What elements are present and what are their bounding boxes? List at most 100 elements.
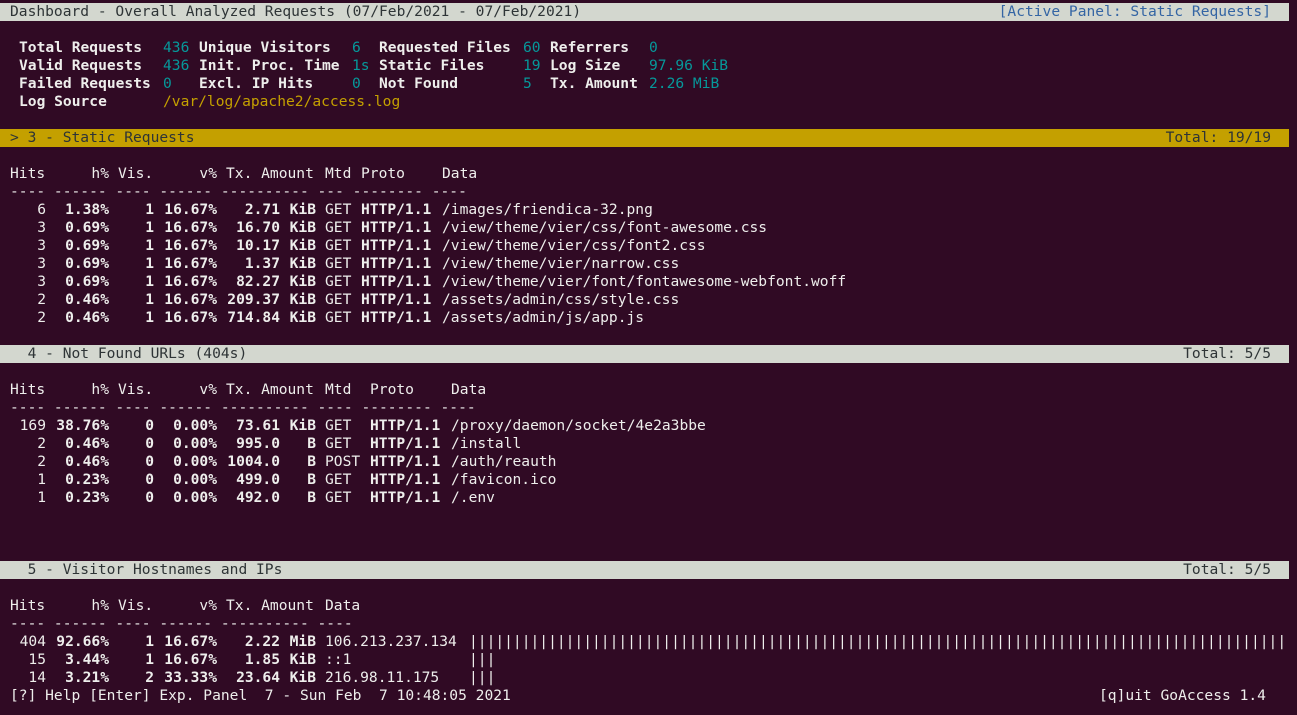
row-protocol: HTTP/1.1 — [361, 237, 432, 254]
row-visitors: 1 — [145, 651, 154, 668]
row-protocol: HTTP/1.1 — [361, 255, 432, 272]
row-hits-percent: 0.69% — [65, 237, 109, 254]
row-hits: 2 — [37, 291, 46, 308]
row-visitors: 1 — [145, 273, 154, 290]
footer-quit[interactable]: [q]uit GoAccess 1.4 — [1099, 687, 1266, 705]
static-requests-panel-title: > 3 - Static Requests — [10, 129, 195, 146]
table-row[interactable]: 404 92.66% 1 16.67% 2.22 MiB 106.213.237.134 ||… — [0, 633, 1289, 651]
table-row[interactable]: 1 0.23% 0 0.00% 492.0 B GET HTTP/1.1 /.env — [0, 489, 1289, 507]
row-visitors-percent: 16.67% — [164, 255, 217, 272]
row-visitors-percent: 0.00% — [173, 489, 217, 506]
total-requests-value: 436 — [163, 39, 190, 56]
row-tx-amount: 714.84 — [227, 309, 280, 326]
table-row[interactable]: 2 0.46% 0 0.00% 995.0 B GET HTTP/1.1/install — [0, 435, 1289, 453]
row-protocol: HTTP/1.1 — [361, 273, 432, 290]
overall-row-3: Failed Requests 0 Excl. IP Hits 0 Not Fo… — [0, 75, 1289, 93]
table-row[interactable]: 3 0.69% 1 16.67% 82.27 KiB GET HTTP/1.1/view/th… — [0, 273, 1289, 291]
row-data: /proxy/daemon/socket/4e2a3bbe — [451, 417, 706, 434]
not-found-panel-header[interactable]: 4 - Not Found URLs (404s) Total: 5/5 — [0, 345, 1289, 363]
log-source-label: Log Source — [19, 93, 107, 110]
not-found-total: Total: 5/5 — [1183, 345, 1271, 362]
log-size-value: 97.96 KiB — [649, 57, 729, 74]
table-row[interactable]: 2 0.46% 1 16.67% 714.84 KiB GET HTTP/1.1/assets… — [0, 309, 1289, 327]
row-tx-unit: KiB — [289, 237, 316, 254]
not-found-separator: ---- ------ ---- ------ ---------- ---- … — [10, 399, 476, 416]
table-row[interactable]: 6 1.38% 1 16.67% 2.71 KiB GET HTTP/1.1/images/f… — [0, 201, 1289, 219]
table-row[interactable]: 2 0.46% 1 16.67% 209.37 KiB GET HTTP/1.1/assets… — [0, 291, 1289, 309]
row-visitors: 1 — [145, 219, 154, 236]
referrers-value: 0 — [649, 39, 658, 56]
col-visitors-percent: v% — [199, 165, 217, 182]
row-hits-percent: 0.23% — [65, 489, 109, 506]
col-tx-amount: Tx. Amount — [226, 165, 314, 182]
row-hits: 6 — [37, 201, 46, 218]
table-row[interactable]: 3 0.69% 1 16.67% 16.70 KiB GET HTTP/1.1/view/th… — [0, 219, 1289, 237]
col-hits: Hits — [10, 597, 46, 614]
table-row[interactable]: 3 0.69% 1 16.67% 1.37 KiB GET HTTP/1.1/view/the… — [0, 255, 1289, 273]
table-row[interactable]: 1 0.23% 0 0.00% 499.0 B GET HTTP/1.1/favicon.ic… — [0, 471, 1289, 489]
row-tx-unit: KiB — [289, 273, 316, 290]
row-visitors: 0 — [145, 435, 154, 452]
row-method: GET — [325, 489, 352, 506]
row-visitors: 2 — [145, 669, 154, 686]
col-tx-amount: Tx. Amount — [226, 381, 314, 398]
hosts-panel-title: 5 - Visitor Hostnames and IPs — [10, 561, 283, 578]
table-row[interactable]: 15 3.44% 1 16.67% 1.85 KiB::1 ||| — [0, 651, 1289, 669]
row-hits-percent: 0.69% — [65, 255, 109, 272]
row-tx-unit: B — [307, 435, 316, 452]
row-tx-amount: 499.0 — [236, 471, 280, 488]
row-protocol: HTTP/1.1 — [370, 435, 441, 452]
init-proc-time-value: 1s — [352, 57, 370, 74]
row-visitors-percent: 33.33% — [164, 669, 217, 686]
static-requests-panel-header[interactable]: > 3 - Static Requests Total: 19/19 — [0, 129, 1289, 147]
row-hits-percent: 0.46% — [65, 291, 109, 308]
row-hits: 1 — [37, 471, 46, 488]
row-method: GET — [325, 471, 352, 488]
unique-visitors-label: Unique Visitors — [199, 39, 331, 56]
row-hits: 15 — [28, 651, 46, 668]
footer-help[interactable]: [?] Help [Enter] Exp. Panel 7 - Sun Feb … — [10, 687, 511, 705]
row-tx-unit: KiB — [289, 309, 316, 326]
excl-ip-hits-label: Excl. IP Hits — [199, 75, 314, 92]
row-tx-unit: KiB — [289, 255, 316, 272]
log-size-label: Log Size — [550, 57, 621, 74]
row-tx-amount: 2.22 — [244, 633, 280, 650]
row-tx-amount: 82.27 — [236, 273, 280, 290]
row-tx-unit: B — [307, 471, 316, 488]
init-proc-time-label: Init. Proc. Time — [199, 57, 340, 74]
row-protocol: HTTP/1.1 — [370, 453, 441, 470]
overall-row-1: Total Requests 436 Unique Visitors 6 Req… — [0, 39, 1289, 57]
excl-ip-hits-value: 0 — [352, 75, 361, 92]
row-visitors-percent: 0.00% — [173, 435, 217, 452]
table-row[interactable]: 3 0.69% 1 16.67% 10.17 KiB GET HTTP/1.1/view/th… — [0, 237, 1289, 255]
row-tx-unit: B — [307, 453, 316, 470]
row-visitors-percent: 16.67% — [164, 237, 217, 254]
hosts-separator: ---- ------ ---- ------ ---------- ---- — [10, 615, 353, 632]
row-visitors: 1 — [145, 255, 154, 272]
row-hits-percent: 0.69% — [65, 219, 109, 236]
col-data: Data — [451, 381, 487, 398]
row-hits-percent: 38.76% — [56, 417, 109, 434]
table-row[interactable]: 14 3.21% 2 33.33% 23.64 KiB 216.98.11.175 ||| — [0, 669, 1289, 687]
row-data: /view/theme/vier/narrow.css — [442, 255, 680, 272]
row-visitors-percent: 16.67% — [164, 201, 217, 218]
col-visitors: Vis. — [118, 381, 154, 398]
col-protocol: Proto — [361, 165, 405, 182]
row-tx-unit: KiB — [289, 669, 316, 686]
col-data: Data — [325, 597, 361, 614]
overall-row-2: Valid Requests 436 Init. Proc. Time 1s S… — [0, 57, 1289, 75]
table-row[interactable]: 169 38.76% 0 0.00% 73.61 KiB GET HTTP/1.1/proxy… — [0, 417, 1289, 435]
static-requests-column-headers: Hits h% Vis. v% Tx. Amount Mtd Proto Dat… — [0, 165, 1289, 183]
row-data: 216.98.11.175 — [325, 669, 440, 686]
row-hits: 14 — [28, 669, 46, 686]
col-hits: Hits — [10, 381, 46, 398]
col-method: Mtd — [325, 165, 352, 182]
active-panel-indicator: [Active Panel: Static Requests] — [998, 3, 1271, 20]
table-row[interactable]: 2 0.46% 0 0.00% 1004.0 B POST HTTP/1.1/auth/rea… — [0, 453, 1289, 471]
row-data: /auth/reauth — [451, 453, 557, 470]
hosts-panel-header[interactable]: 5 - Visitor Hostnames and IPs Total: 5/5 — [0, 561, 1289, 579]
row-protocol: HTTP/1.1 — [361, 219, 432, 236]
row-tx-amount: 2.71 — [244, 201, 280, 218]
row-method: GET — [325, 255, 352, 272]
row-data: 106.213.237.134 — [325, 633, 457, 650]
